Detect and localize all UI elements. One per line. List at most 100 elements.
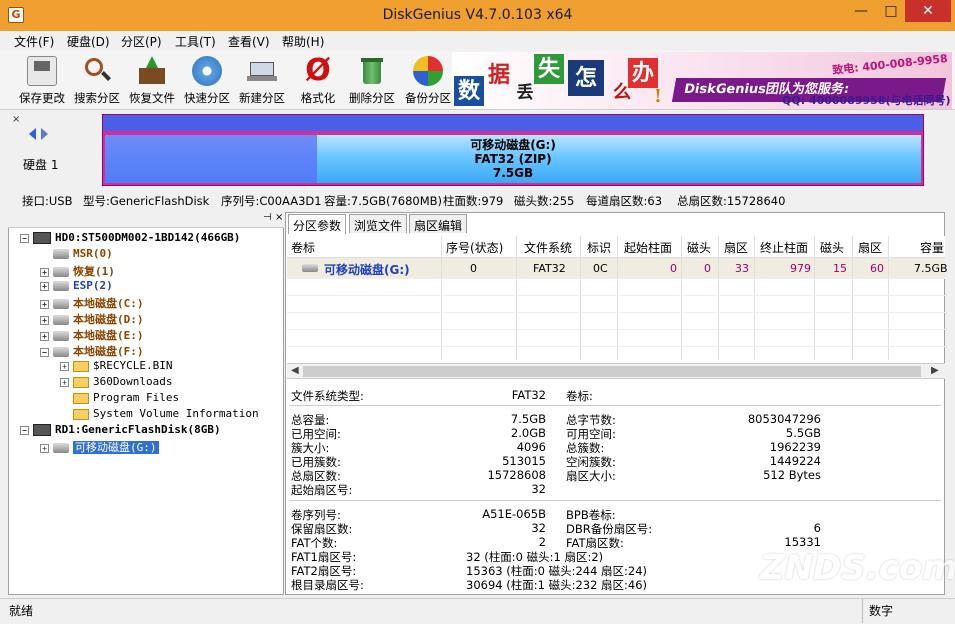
tree-node[interactable]: + 本地磁盘(D:) [40,311,144,327]
minimize-button[interactable]: — [846,0,876,22]
collapse-icon[interactable]: − [20,425,29,435]
banner-phone: 致电: 400-008-9958 [831,52,949,78]
scroll-right-icon[interactable]: ▶ [931,365,939,376]
column-header[interactable]: 容量 [920,239,944,256]
column-divider [516,236,517,360]
table-cell: FAT32 [533,262,566,275]
tab-sector-edit[interactable]: 扇区编辑 [409,214,468,233]
expand-icon[interactable]: + [60,361,69,371]
tree-node[interactable]: + $RECYCLE.BIN [60,359,172,372]
window-title: DiskGenius V4.7.0.103 x64 [382,7,573,23]
tab-browse-files[interactable]: 浏览文件 [349,214,408,233]
delete-partition-button[interactable]: 删除分区 [346,54,398,108]
tree-node[interactable]: MSR(0) [40,247,113,260]
expand-icon[interactable]: + [40,331,49,341]
menu-tools[interactable]: 工具(T) [175,33,216,50]
fs-type-label: 文件系统类型: [291,389,364,403]
column-header[interactable]: 文件系统 [524,239,572,256]
panel-close-icon[interactable]: × [12,114,20,125]
save-changes-button[interactable]: 保存更改 [16,54,68,108]
promo-banner[interactable]: 数 据 丢 失 怎 么 办 ! DiskGenius团队为您服务: 致电: 40… [452,52,952,109]
search-partition-button[interactable]: 搜索分区 [71,54,123,108]
table-cell: 7.5GB [914,262,948,275]
row-divider [287,346,945,347]
format-button[interactable]: Ø 格式化 [292,54,344,108]
collapse-icon[interactable]: − [20,233,29,243]
tree-close-icon[interactable]: × [275,212,283,223]
info-capacity: 容量:7.5GB(7680MB) [324,194,443,208]
tree-node-label: 可移动磁盘(G:) [73,441,159,454]
prev-disk-icon[interactable] [29,128,36,140]
partition-icon [53,347,69,357]
tree-node-label: 本地磁盘(F:) [73,345,144,358]
tree-node[interactable]: + ESP(2) [40,279,113,292]
menu-bar: 文件(F) 硬盘(D) 分区(P) 工具(T) 查看(V) 帮助(H) [0,31,955,51]
column-header[interactable]: 标识 [587,239,611,256]
tree-node-label: 本地磁盘(E:) [73,329,144,342]
expand-icon[interactable]: + [40,281,49,291]
fs-field-value: 2 [538,535,546,549]
partition-block[interactable]: 可移动磁盘(G:) FAT32 (ZIP) 7.5GB [105,135,921,183]
tree-node[interactable]: − RD1:GenericFlashDisk(8GB) [20,423,221,436]
horizontal-scrollbar[interactable]: ◀ ▶ [287,363,945,379]
tab-partition-params[interactable]: 分区参数 [288,214,347,234]
column-header[interactable]: 序号(状态) [446,239,503,256]
tree-node[interactable]: − HD0:ST500DM002-1BD142(466GB) [20,231,240,244]
status-divider [862,599,863,623]
table-cell: 0C [593,262,608,275]
table-row[interactable]: 可移动磁盘(G:) 0 FAT32 0C 0 0 33 979 15 60 7.5GB [287,258,948,278]
new-partition-button[interactable]: 新建分区 [236,54,288,108]
tree-node-label: HD0:ST500DM002-1BD142(466GB) [55,231,241,244]
tree-node[interactable]: − 本地磁盘(F:) [40,343,144,359]
column-divider [681,236,682,360]
tree-node-label: RD1:GenericFlashDisk(8GB) [55,423,221,436]
tree-node-label: 本地磁盘(D:) [73,313,144,326]
tree-node-label: 恢复(1) [73,265,115,278]
folder-icon [73,376,89,388]
expand-icon[interactable]: + [40,443,49,453]
tree-panel-header: ⊣ × [8,212,284,228]
tree-node[interactable]: + 可移动磁盘(G:) [40,439,159,455]
tree-node[interactable]: +360Downloads [60,375,172,388]
disk-label: 硬盘 1 [23,158,59,172]
fs-field-label: 根目录扇区号: [291,578,364,592]
expand-icon[interactable]: + [40,299,49,309]
expand-icon[interactable]: + [40,267,49,277]
tree-node[interactable]: System Volume Information [60,407,259,420]
backup-partition-button[interactable]: 备份分区 [402,54,454,108]
partition-icon [53,299,69,309]
fs-field-value: 32 [531,521,546,535]
disk-partition-bar[interactable]: 可移动磁盘(G:) FAT32 (ZIP) 7.5GB [102,114,924,186]
close-button[interactable]: ✕ [905,0,951,22]
tree-node[interactable]: + 恢复(1) [40,263,115,279]
scroll-left-icon[interactable]: ◀ [291,365,299,376]
expand-icon[interactable]: + [40,315,49,325]
fs-field-value: 5.5GB [785,426,821,440]
maximize-button[interactable]: □ [876,0,906,22]
collapse-icon[interactable]: − [40,347,49,357]
tree-node-label: MSR(0) [73,247,113,260]
column-header[interactable]: 起始柱面 [624,239,672,256]
menu-partition[interactable]: 分区(P) [121,33,162,50]
quick-partition-button[interactable]: 快速分区 [181,54,233,108]
column-divider [888,236,889,360]
tree-node[interactable]: Program Files [60,391,179,404]
menu-help[interactable]: 帮助(H) [282,33,324,50]
column-header[interactable]: 磁头 [687,239,711,256]
column-header[interactable]: 磁头 [820,239,844,256]
expand-icon[interactable]: + [60,377,69,387]
column-divider [441,236,442,360]
next-disk-icon[interactable] [41,128,48,140]
recover-files-button[interactable]: 恢复文件 [126,54,178,108]
scroll-thumb[interactable] [303,366,921,377]
tree-node[interactable]: + 本地磁盘(C:) [40,295,144,311]
menu-view[interactable]: 查看(V) [228,33,270,50]
column-header[interactable]: 扇区 [858,239,882,256]
column-header[interactable]: 终止柱面 [760,239,808,256]
pin-icon[interactable]: ⊣ [263,212,272,223]
menu-file[interactable]: 文件(F) [14,33,54,50]
menu-disk[interactable]: 硬盘(D) [67,33,110,50]
column-header[interactable]: 扇区 [724,239,748,256]
tree-node[interactable]: + 本地磁盘(E:) [40,327,144,343]
column-header[interactable]: 卷标 [291,239,315,256]
